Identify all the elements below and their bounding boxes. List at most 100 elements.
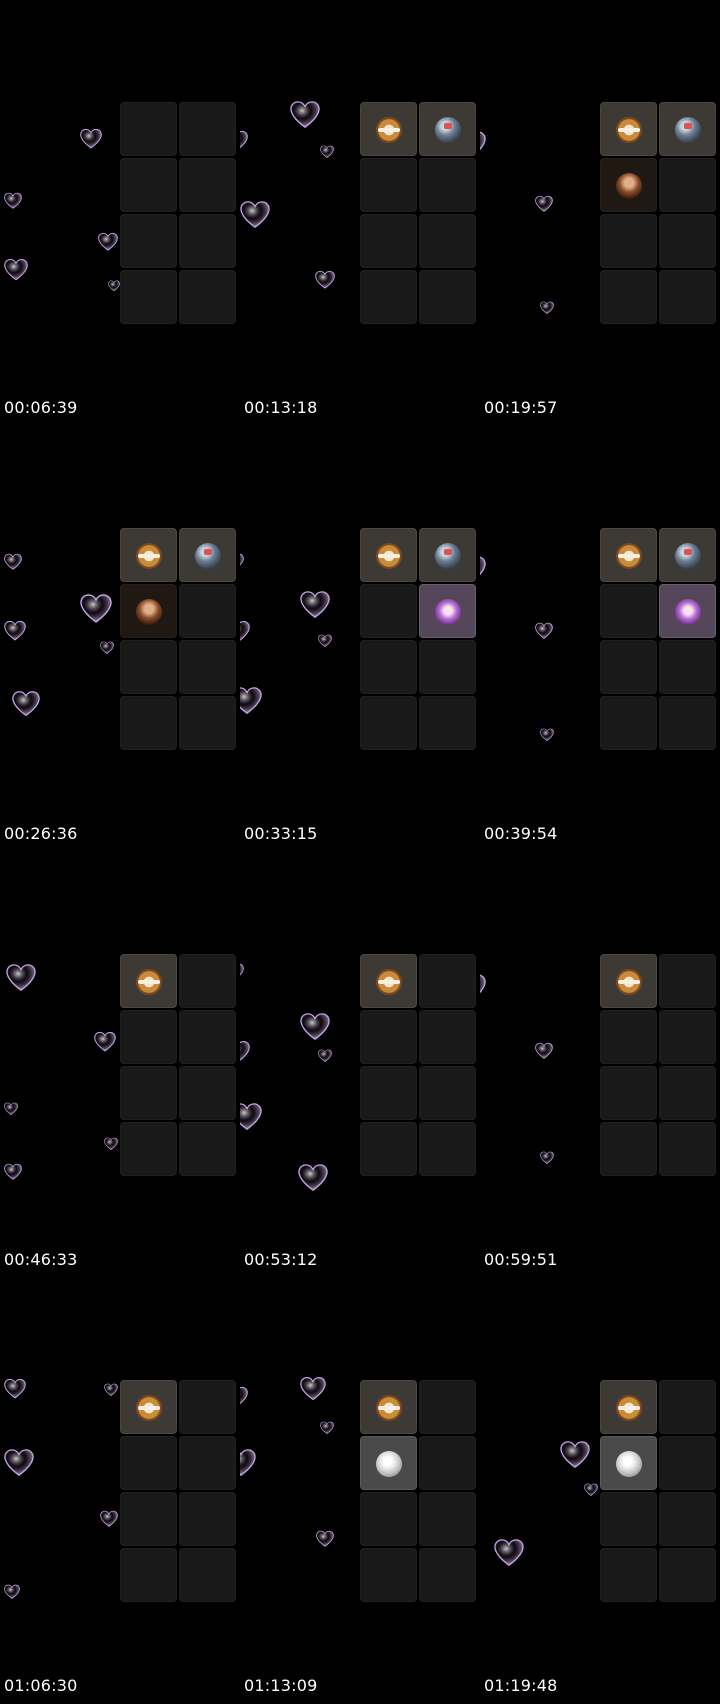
empty-seat-tile[interactable] [120,1122,177,1176]
seat-tile-logo[interactable] [360,528,417,582]
seat-tile-logo[interactable] [360,954,417,1008]
empty-seat-tile[interactable] [659,954,716,1008]
empty-seat-tile[interactable] [179,1122,236,1176]
empty-seat-tile[interactable] [600,696,657,750]
empty-seat-tile[interactable] [419,270,476,324]
empty-seat-tile[interactable] [360,1492,417,1546]
empty-seat-tile[interactable] [659,1122,716,1176]
empty-seat-tile[interactable] [419,1010,476,1064]
thumbnail-frame[interactable]: 00:33:15 [240,426,480,852]
seat-tile-moon[interactable] [360,1436,417,1490]
empty-seat-tile[interactable] [659,1380,716,1434]
empty-seat-tile[interactable] [360,1548,417,1602]
seat-tile-world[interactable] [419,102,476,156]
empty-seat-tile[interactable] [419,1066,476,1120]
seat-tile-logo[interactable] [600,528,657,582]
empty-seat-tile[interactable] [179,1548,236,1602]
seat-tile-moon[interactable] [600,1436,657,1490]
seat-tile-logo[interactable] [120,1380,177,1434]
empty-seat-tile[interactable] [120,214,177,268]
seat-tile-world[interactable] [659,528,716,582]
empty-seat-tile[interactable] [179,1010,236,1064]
seat-tile-logo[interactable] [600,1380,657,1434]
empty-seat-tile[interactable] [419,1436,476,1490]
seat-tile-logo[interactable] [120,954,177,1008]
empty-seat-tile[interactable] [120,1548,177,1602]
empty-seat-tile[interactable] [120,102,177,156]
seat-tile-world[interactable] [419,528,476,582]
empty-seat-tile[interactable] [600,1122,657,1176]
seat-tile-world[interactable] [179,528,236,582]
empty-seat-tile[interactable] [120,158,177,212]
empty-seat-tile[interactable] [600,214,657,268]
empty-seat-tile[interactable] [659,1492,716,1546]
empty-seat-tile[interactable] [600,270,657,324]
empty-seat-tile[interactable] [179,102,236,156]
empty-seat-tile[interactable] [419,1380,476,1434]
empty-seat-tile[interactable] [360,214,417,268]
empty-seat-tile[interactable] [659,1010,716,1064]
empty-seat-tile[interactable] [120,270,177,324]
empty-seat-tile[interactable] [600,1548,657,1602]
thumbnail-frame[interactable]: 01:19:48 [480,1278,720,1704]
seat-tile-logo[interactable] [360,102,417,156]
empty-seat-tile[interactable] [179,954,236,1008]
thumbnail-frame[interactable]: 00:06:39 [0,0,240,426]
empty-seat-tile[interactable] [179,214,236,268]
seat-tile-logo[interactable] [360,1380,417,1434]
thumbnail-frame[interactable]: 00:26:36 [0,426,240,852]
empty-seat-tile[interactable] [179,1492,236,1546]
thumbnail-frame[interactable]: 00:59:51 [480,852,720,1278]
empty-seat-tile[interactable] [419,1548,476,1602]
thumbnail-frame[interactable]: 01:13:09 [240,1278,480,1704]
empty-seat-tile[interactable] [360,158,417,212]
empty-seat-tile[interactable] [179,696,236,750]
thumbnail-frame[interactable]: 00:53:12 [240,852,480,1278]
seat-tile-logo[interactable] [600,102,657,156]
empty-seat-tile[interactable] [600,1066,657,1120]
thumbnail-frame[interactable]: 00:19:57 [480,0,720,426]
empty-seat-tile[interactable] [179,1436,236,1490]
seat-tile-anime[interactable] [419,584,476,638]
empty-seat-tile[interactable] [419,696,476,750]
empty-seat-tile[interactable] [120,1010,177,1064]
seat-tile-portrait[interactable] [120,584,177,638]
empty-seat-tile[interactable] [659,1436,716,1490]
seat-tile-world[interactable] [659,102,716,156]
thumbnail-frame[interactable]: 00:39:54 [480,426,720,852]
empty-seat-tile[interactable] [360,696,417,750]
seat-tile-anime[interactable] [659,584,716,638]
empty-seat-tile[interactable] [600,584,657,638]
empty-seat-tile[interactable] [120,696,177,750]
empty-seat-tile[interactable] [419,954,476,1008]
seat-tile-logo[interactable] [120,528,177,582]
empty-seat-tile[interactable] [659,640,716,694]
empty-seat-tile[interactable] [419,640,476,694]
empty-seat-tile[interactable] [419,1492,476,1546]
empty-seat-tile[interactable] [419,158,476,212]
empty-seat-tile[interactable] [600,1010,657,1064]
empty-seat-tile[interactable] [419,214,476,268]
empty-seat-tile[interactable] [360,270,417,324]
empty-seat-tile[interactable] [659,696,716,750]
empty-seat-tile[interactable] [360,1122,417,1176]
empty-seat-tile[interactable] [659,158,716,212]
empty-seat-tile[interactable] [659,1066,716,1120]
empty-seat-tile[interactable] [659,214,716,268]
empty-seat-tile[interactable] [600,1492,657,1546]
empty-seat-tile[interactable] [659,270,716,324]
empty-seat-tile[interactable] [120,1066,177,1120]
thumbnail-frame[interactable]: 00:46:33 [0,852,240,1278]
empty-seat-tile[interactable] [419,1122,476,1176]
empty-seat-tile[interactable] [360,640,417,694]
empty-seat-tile[interactable] [360,1010,417,1064]
empty-seat-tile[interactable] [179,158,236,212]
empty-seat-tile[interactable] [179,584,236,638]
empty-seat-tile[interactable] [659,1548,716,1602]
empty-seat-tile[interactable] [600,640,657,694]
thumbnail-frame[interactable]: 01:06:30 [0,1278,240,1704]
empty-seat-tile[interactable] [120,640,177,694]
thumbnail-frame[interactable]: 00:13:18 [240,0,480,426]
seat-tile-logo[interactable] [600,954,657,1008]
seat-tile-portrait[interactable] [600,158,657,212]
